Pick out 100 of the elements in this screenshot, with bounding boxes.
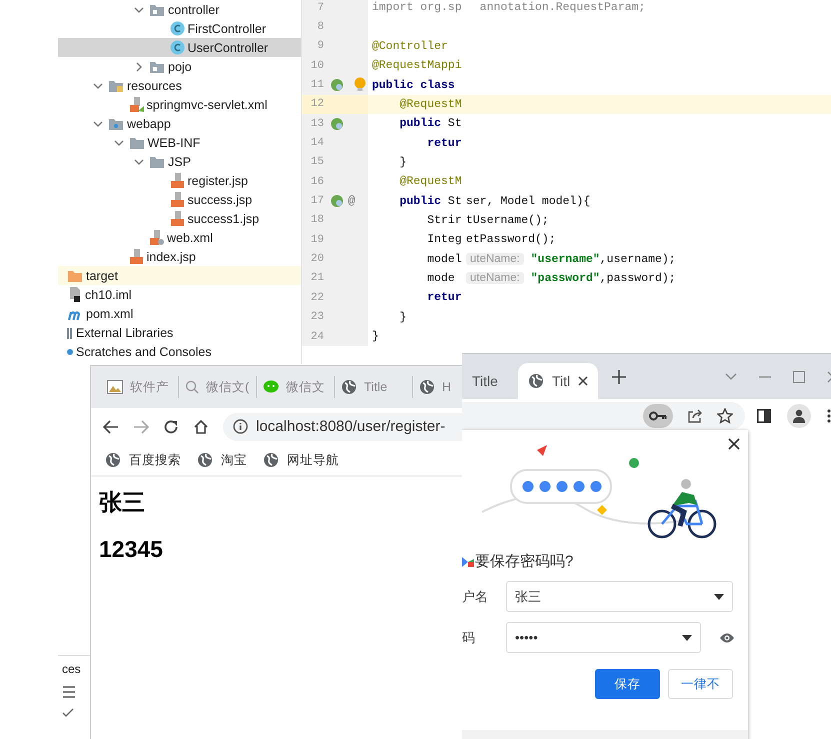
star-icon[interactable] [717, 408, 733, 424]
chevron-down-icon[interactable] [93, 118, 103, 128]
folder-icon [149, 154, 165, 168]
eye-icon[interactable] [719, 632, 735, 644]
field-label: 码 [462, 628, 476, 646]
bean-icon [330, 78, 344, 92]
code-text: Strir [426, 214, 463, 227]
line-number: 21 [310, 272, 324, 284]
back-arrow-icon[interactable] [103, 420, 119, 434]
page-heading: 12345 [99, 536, 164, 563]
tree-item[interactable]: target [58, 266, 301, 285]
line-number: 15 [310, 156, 324, 168]
address-bar[interactable]: localhost:8080/user/register- [223, 412, 463, 440]
tree-item[interactable]: Scratches and Consoles [58, 342, 301, 361]
tree-item[interactable]: WEB-INF [58, 133, 301, 152]
tree-item[interactable]: ch10.iml [58, 285, 301, 304]
save-button[interactable]: 保存 [595, 669, 660, 699]
chevron-down-icon[interactable] [134, 4, 144, 14]
code-text: public St [398, 117, 463, 130]
line-number: 19 [310, 234, 324, 246]
browser-tab[interactable]: Title [462, 363, 514, 399]
close-icon[interactable] [578, 376, 588, 386]
side-panel-icon[interactable] [757, 409, 771, 423]
tree-item[interactable]: UserController [58, 38, 301, 57]
module-file-icon [67, 287, 82, 302]
home-icon[interactable] [193, 418, 209, 434]
jsp-file-icon [170, 173, 184, 188]
code-text: etPassword(); [466, 233, 556, 246]
globe-icon [197, 452, 213, 468]
image-icon [107, 380, 123, 394]
code-text: } [398, 156, 408, 169]
chevron-down-icon[interactable] [93, 80, 103, 90]
tree-item[interactable]: web.xml [58, 228, 301, 247]
class-icon [170, 21, 184, 36]
maximize-icon[interactable] [793, 370, 805, 382]
share-icon[interactable] [687, 408, 703, 424]
code-text: annotation.RequestParam; [478, 1, 646, 14]
line-number: 11 [310, 79, 324, 92]
tree-item[interactable]: pojo [58, 57, 301, 76]
chevron-down-icon[interactable] [134, 156, 144, 166]
folder-icon [67, 268, 83, 282]
username-field[interactable]: 张三 [506, 581, 733, 612]
password-field[interactable]: ••••• [506, 622, 701, 653]
code-text: @RequestMappi [371, 59, 463, 72]
dialog-title: 要保存密码吗? [475, 552, 574, 571]
code-text: ser, Model model){ [466, 194, 590, 208]
tree-item[interactable]: register.jsp [58, 171, 301, 190]
chevron-right-icon[interactable] [134, 62, 144, 72]
code-text: retur [426, 291, 463, 304]
gutter-marker[interactable]: @ [348, 194, 356, 208]
globe-icon [105, 452, 121, 468]
bookmark-link[interactable]: 百度搜索 [129, 452, 181, 468]
chevron-down-icon[interactable] [114, 138, 124, 148]
package-folder-icon [149, 2, 165, 16]
tree-item[interactable]: pom.xml [58, 304, 301, 323]
jsp-file-icon [128, 249, 144, 264]
bookmark-link[interactable]: 淘宝 [221, 452, 247, 468]
xml-file-icon [149, 230, 164, 245]
bean-icon [330, 116, 344, 131]
menu-icon[interactable] [827, 409, 831, 423]
code-text: tUsername(); [466, 214, 549, 227]
scratches-icon [67, 348, 73, 354]
minimize-icon[interactable] [759, 376, 771, 378]
browser-tab[interactable]: Titl [518, 363, 598, 399]
code-text: uteName: "username",username); [466, 252, 676, 266]
code-text: public St [398, 194, 463, 208]
reload-icon[interactable] [163, 418, 179, 434]
line-number: 14 [310, 137, 324, 150]
bookmark-link[interactable]: 网址导航 [287, 452, 339, 468]
class-icon [170, 40, 184, 55]
line-number: 23 [310, 311, 324, 324]
line-number: 12 [310, 98, 324, 110]
globe-icon [341, 379, 357, 395]
tree-item[interactable]: JSP [58, 152, 301, 171]
xml-file-icon [128, 97, 144, 112]
field-label: 户名 [462, 588, 489, 606]
tree-item[interactable]: External Libraries [58, 323, 301, 342]
dropdown-caret-icon [714, 594, 724, 600]
new-tab-plus-icon[interactable] [612, 370, 626, 384]
tree-item[interactable]: springmvc-servlet.xml [58, 95, 301, 114]
profile-avatar[interactable] [787, 404, 811, 428]
key-icon[interactable] [649, 411, 667, 421]
close-icon[interactable] [728, 438, 740, 450]
tree-item[interactable]: resources [58, 76, 301, 95]
resources-folder-icon [108, 78, 124, 92]
tree-item[interactable]: success1.jsp [58, 209, 301, 228]
line-number: 8 [316, 21, 324, 34]
tree-item[interactable]: index.jsp [58, 247, 301, 266]
tree-item[interactable]: controller [58, 0, 301, 19]
code-text: @RequestM [398, 175, 463, 188]
code-text: retur [426, 136, 463, 150]
code-text: model [426, 252, 463, 266]
tree-item[interactable]: FirstController [58, 19, 301, 38]
checkmark-icon [62, 708, 74, 718]
person-silhouette-icon [792, 409, 806, 423]
list-icon[interactable] [62, 686, 76, 698]
tree-item[interactable]: webapp [58, 114, 301, 133]
never-button[interactable]: 一律不 [668, 669, 733, 699]
tab-search-chevron-icon[interactable] [725, 372, 737, 380]
tree-item[interactable]: success.jsp [58, 190, 301, 209]
